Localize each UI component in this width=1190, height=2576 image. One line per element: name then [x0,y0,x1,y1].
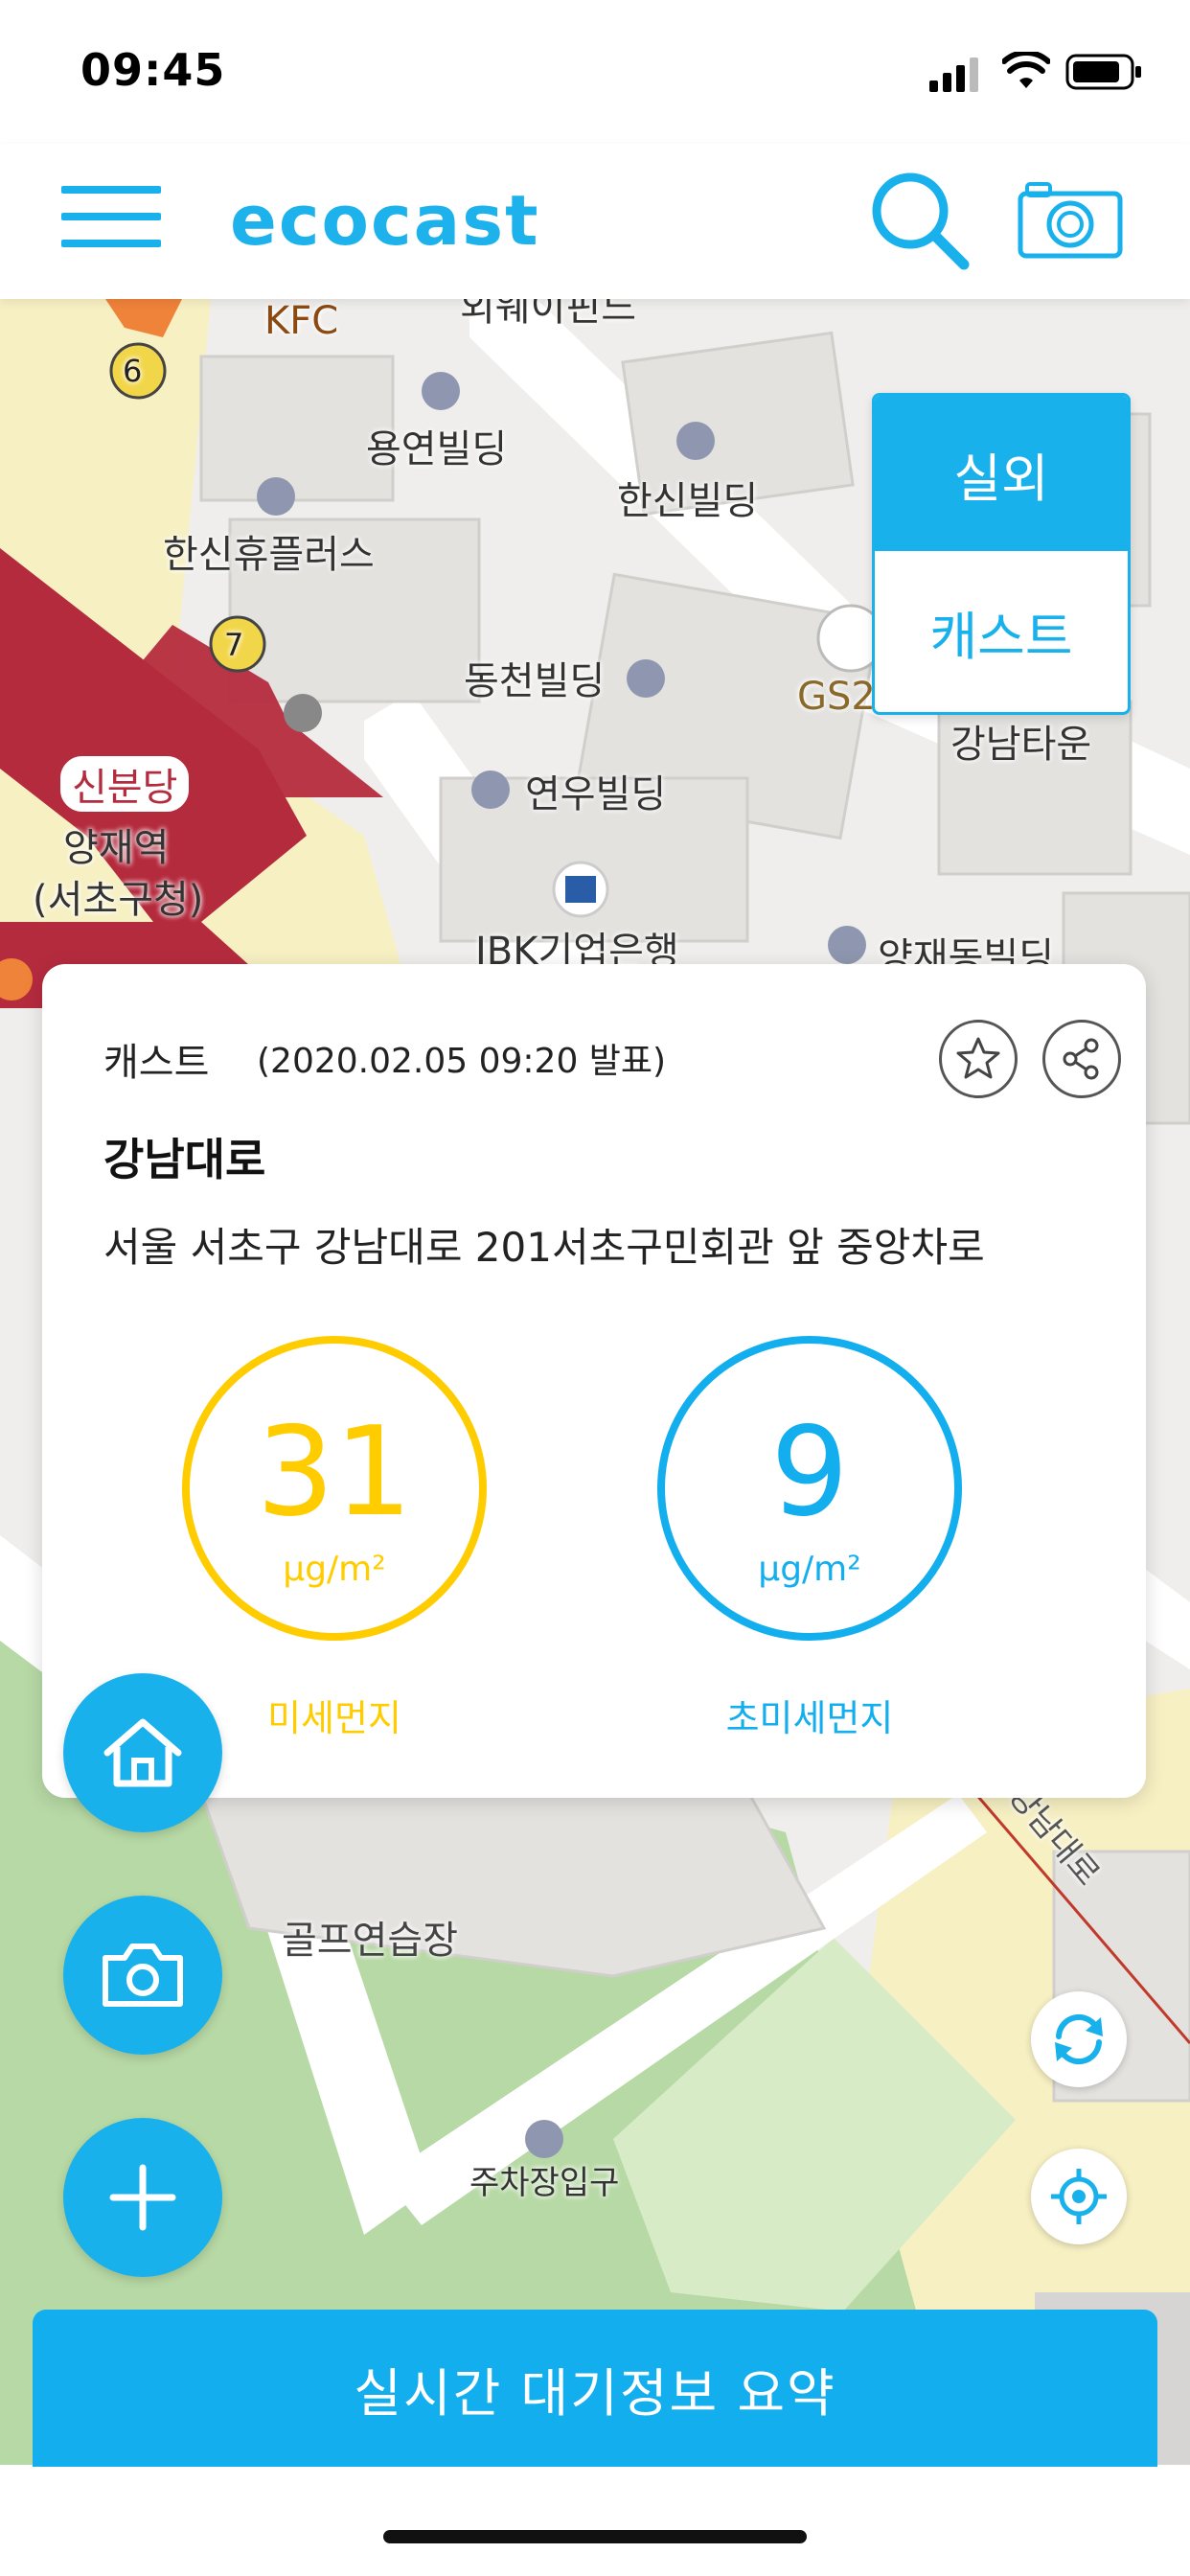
pm10-label: 미세먼지 [267,1697,401,1739]
map-label-walkie: 외웨이핀느 [460,299,636,330]
map-label-dongcheon: 동천빌딩 [464,659,606,703]
camera-icon [103,1944,183,2007]
star-icon [956,1037,1000,1079]
home-icon [103,1718,182,1787]
locate-button[interactable] [1031,2149,1127,2244]
add-button[interactable] [63,2118,222,2277]
pm10-unit: μg/m² [283,1549,386,1589]
search-icon[interactable] [868,169,970,270]
pm10-gauge: 31 μg/m² [182,1336,487,1641]
wifi-icon [1002,52,1050,88]
menu-icon[interactable] [61,182,161,251]
map-label-gangnam-town: 강남타운 [950,723,1092,767]
share-icon [1063,1038,1099,1080]
map-label-kfc: KFC [264,299,339,343]
card-title: 강남대로 [103,1134,266,1185]
pm10-value: 31 [256,1400,413,1544]
pm25-gauge: 9 μg/m² [657,1336,962,1641]
mode-toggle: 실외 캐스트 [872,393,1131,715]
home-indicator[interactable] [383,2530,807,2543]
plus-icon [109,2164,176,2231]
refresh-button[interactable] [1031,1991,1127,2087]
camera-button[interactable] [63,1896,222,2055]
signal-icon [929,58,978,92]
card-time: (2020.02.05 09:20 발표) [257,1042,667,1081]
battery-icon [1065,54,1141,90]
map-label-hanshin-building: 한신빌딩 [617,479,759,523]
map-label-shinbundang: 신분당 [57,753,193,815]
share-button[interactable] [1042,1020,1121,1098]
card-address: 서울 서초구 강남대로 201서초구민회관 앞 중앙차로 [103,1224,985,1271]
camera-icon[interactable] [1018,180,1123,259]
app-logo: ecocast [230,180,540,261]
map-label-yongyeon: 용연빌딩 [366,427,508,472]
home-indicator-area [0,2467,1190,2576]
card-type: 캐스트 [103,1041,210,1085]
app-header: ecocast [0,144,1190,299]
forecast-card: 캐스트 (2020.02.05 09:20 발표) 강남대로 서울 서초구 강남… [42,964,1146,1798]
realtime-summary-button[interactable]: 실시간 대기정보 요약 [33,2310,1157,2467]
map-label-exit6: 6 [123,353,143,389]
status-time: 09:45 [80,44,226,96]
favorite-button[interactable] [939,1020,1018,1098]
map-label-exit7: 7 [224,627,244,663]
map-label-hanshin-plaza: 한신휴플러스 [163,533,375,577]
status-bar: 09:45 [0,0,1190,144]
map-label-parking: 주차장입구 [469,2164,620,2202]
refresh-icon [1055,2013,1103,2065]
map-label-golf: 골프연습장 [282,1919,458,1963]
pm25-label: 초미세먼지 [725,1697,894,1739]
map-label-seocho-office: (서초구청) [33,878,204,922]
pm25-unit: μg/m² [758,1549,861,1589]
map-label-yeonwoo: 연우빌딩 [525,772,667,816]
home-button[interactable] [63,1673,222,1832]
map-label-yangjae-station: 양재역 [63,826,170,870]
toggle-cast[interactable]: 캐스트 [875,551,1128,712]
pm25-value: 9 [770,1400,849,1544]
locate-icon [1051,2169,1107,2224]
toggle-outdoor[interactable]: 실외 [875,396,1128,551]
